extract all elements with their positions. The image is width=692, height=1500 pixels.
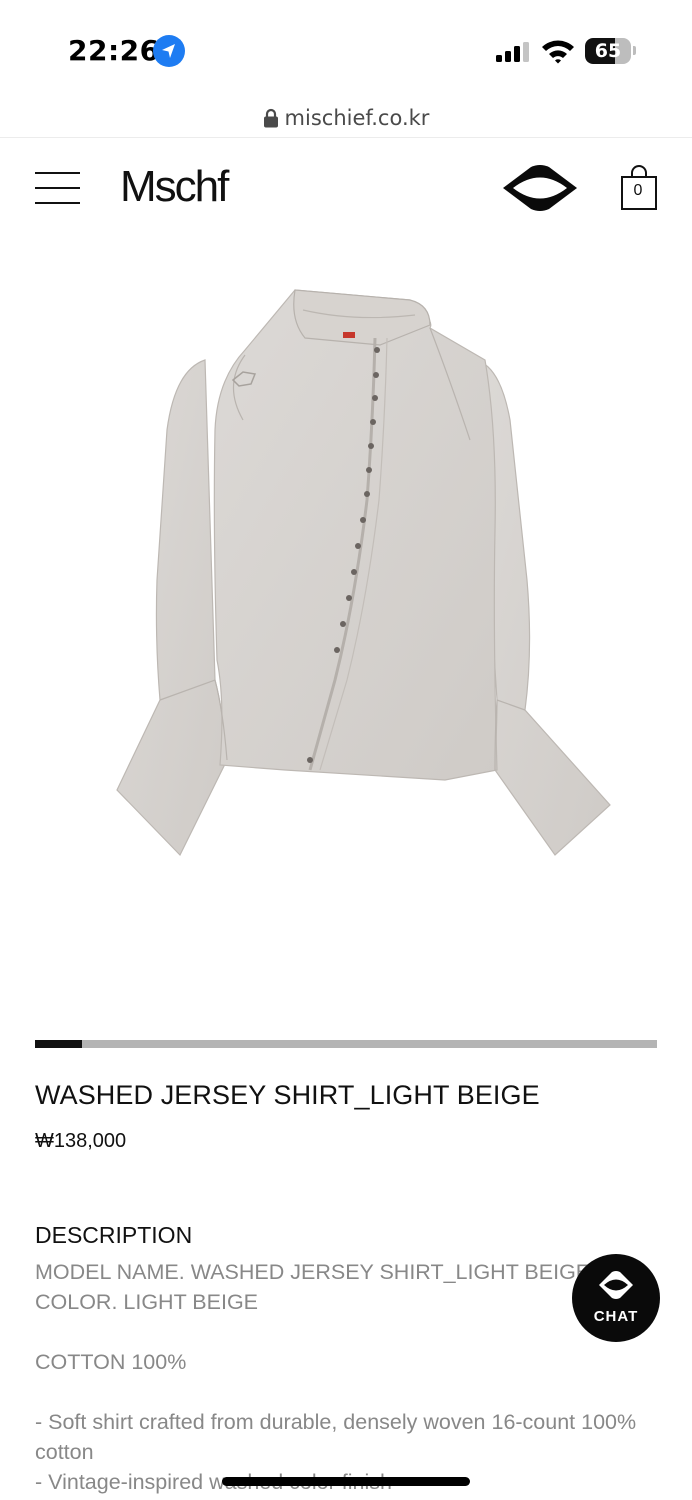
cart-count: 0 <box>633 182 643 199</box>
battery-level: 65 <box>594 40 622 62</box>
home-indicator[interactable] <box>222 1477 470 1486</box>
status-bar: 22:26 65 <box>0 0 692 96</box>
site-header: Mschf 0 <box>0 140 692 236</box>
battery-cap <box>633 46 636 55</box>
status-time: 22:26 <box>68 34 160 67</box>
description-line: cotton <box>35 1440 94 1464</box>
chat-eye-icon <box>599 1271 633 1299</box>
cellular-signal-icon <box>496 42 529 62</box>
site-logo[interactable]: Mschf <box>120 162 229 212</box>
chat-label: CHAT <box>593 1308 639 1325</box>
product-image[interactable] <box>105 280 615 870</box>
wifi-icon <box>542 40 574 64</box>
description-line: - Soft shirt crafted from durable, dense… <box>35 1410 637 1434</box>
url-text[interactable]: mischief.co.kr <box>285 106 430 130</box>
description-line: COTTON 100% <box>35 1350 187 1374</box>
gallery-progress-indicator <box>35 1040 82 1048</box>
description-heading: DESCRIPTION <box>35 1222 193 1248</box>
battery-icon: 65 <box>585 38 631 64</box>
address-bar[interactable]: mischief.co.kr <box>0 100 692 138</box>
hamburger-menu-icon[interactable] <box>35 172 80 204</box>
mischief-eye-logo-icon[interactable] <box>501 164 579 212</box>
product-price: ₩138,000 <box>35 1130 127 1152</box>
location-arrow-icon <box>153 35 185 67</box>
description-line: COLOR. LIGHT BEIGE <box>35 1290 259 1314</box>
gallery-progress-bar[interactable] <box>35 1040 657 1048</box>
lock-icon <box>263 108 278 128</box>
shopping-bag-icon[interactable]: 0 <box>620 164 658 212</box>
product-title: WASHED JERSEY SHIRT_LIGHT BEIGE <box>35 1080 540 1110</box>
description-line: MODEL NAME. WASHED JERSEY SHIRT_LIGHT BE… <box>35 1260 591 1284</box>
chat-button[interactable]: CHAT <box>572 1254 660 1342</box>
